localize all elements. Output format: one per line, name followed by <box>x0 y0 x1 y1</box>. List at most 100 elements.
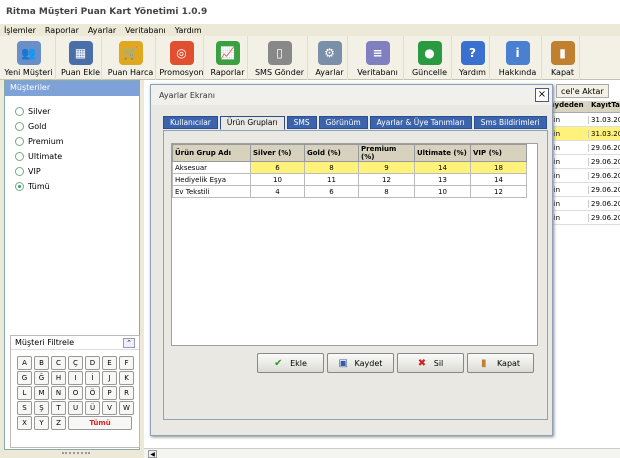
letter-key[interactable]: G <box>17 371 32 385</box>
table-cell[interactable]: 18 <box>470 161 527 174</box>
menu-veritabani[interactable]: Veritabanı <box>125 26 166 35</box>
letter-key[interactable]: Z <box>51 416 66 430</box>
letter-key[interactable]: W <box>119 401 134 415</box>
column-header[interactable]: Gold (%) <box>304 144 359 162</box>
radio-silver[interactable]: Silver <box>5 104 139 119</box>
letter-key[interactable]: C <box>51 356 66 370</box>
menu-raporlar[interactable]: Raporlar <box>45 26 79 35</box>
table-cell[interactable]: 8 <box>304 161 359 174</box>
menu-islemler[interactable]: İşlemler <box>4 26 36 35</box>
column-header[interactable]: KayıtTa <box>588 101 620 112</box>
radio-button-icon[interactable] <box>15 152 24 161</box>
toolbar-button-güncelle[interactable]: ● Güncelle <box>408 36 452 80</box>
toolbar-button-puan-ekle[interactable]: ▦ Puan Ekle <box>60 36 102 80</box>
letter-key[interactable]: V <box>102 401 117 415</box>
letter-key[interactable]: I <box>68 371 83 385</box>
table-cell[interactable]: 14 <box>414 161 471 174</box>
table-row[interactable]: sin 29.06.20 <box>548 141 620 155</box>
toolbar-button-promosyon[interactable]: ◎ Promosyon <box>159 36 204 80</box>
radio-ultimate[interactable]: Ultimate <box>5 149 139 164</box>
column-header[interactable]: Ürün Grup Adı <box>172 144 251 162</box>
letter-key[interactable]: Ü <box>85 401 100 415</box>
horizontal-scrollbar[interactable]: ◀ <box>144 448 620 458</box>
table-cell[interactable]: 8 <box>358 185 415 198</box>
product-group-table[interactable]: Ürün Grup Adı Silver (%) Gold (%) Premium (… <box>171 143 538 346</box>
letter-key[interactable]: Ş <box>34 401 49 415</box>
table-row[interactable]: sin 29.06.20 <box>548 155 620 169</box>
table-cell[interactable]: 10 <box>414 185 471 198</box>
letter-key[interactable]: S <box>17 401 32 415</box>
all-filter-button[interactable]: Tümü <box>68 416 132 430</box>
kaydet-button[interactable]: ▣ Kaydet <box>327 353 394 373</box>
table-row[interactable]: sin 31.03.20 <box>548 113 620 127</box>
radio-gold[interactable]: Gold <box>5 119 139 134</box>
letter-key[interactable]: İ <box>85 371 100 385</box>
tab-sms[interactable]: SMS <box>286 116 317 129</box>
letter-key[interactable]: U <box>68 401 83 415</box>
table-cell[interactable]: 6 <box>304 185 359 198</box>
column-header[interactable]: aydeden <box>548 101 588 112</box>
close-icon[interactable]: × <box>535 88 549 102</box>
table-row[interactable]: sin 29.06.20 <box>548 169 620 183</box>
table-cell[interactable]: 13 <box>414 173 471 186</box>
letter-key[interactable]: K <box>119 371 134 385</box>
column-header[interactable]: Silver (%) <box>250 144 305 162</box>
radio-tümü[interactable]: Tümü <box>5 179 139 194</box>
letter-key[interactable]: F <box>119 356 134 370</box>
letter-key[interactable]: Ç <box>68 356 83 370</box>
toolbar-button-yeni-müşteri[interactable]: 👥 Yeni Müşteri <box>2 36 56 80</box>
collapse-icon[interactable]: ⌃ <box>123 337 135 348</box>
tab-ürün-grupları[interactable]: Ürün Grupları <box>219 116 285 130</box>
toolbar-button-veritabanı[interactable]: ≡ Veritabanı <box>352 36 404 80</box>
toolbar-button-kapat[interactable]: ▮ Kapat <box>546 36 580 80</box>
letter-key[interactable]: Ö <box>85 386 100 400</box>
toolbar-button-yardım[interactable]: ? Yardım <box>456 36 490 80</box>
kapat-button[interactable]: ▮ Kapat <box>467 353 534 373</box>
table-cell[interactable]: 11 <box>304 173 359 186</box>
scroll-left-icon[interactable]: ◀ <box>148 450 157 458</box>
column-header[interactable]: VIP (%) <box>470 144 527 162</box>
letter-key[interactable]: D <box>85 356 100 370</box>
splitter-handle[interactable] <box>62 452 90 456</box>
radio-premium[interactable]: Premium <box>5 134 139 149</box>
tab-sms-bildirimleri[interactable]: Sms Bildirimleri <box>473 116 547 129</box>
letter-key[interactable]: Y <box>34 416 49 430</box>
sil-button[interactable]: ✖ Sil <box>397 353 464 373</box>
table-cell[interactable]: 6 <box>250 161 305 174</box>
table-cell[interactable]: 14 <box>470 173 527 186</box>
table-row[interactable]: Aksesuar 6 8 9 14 18 <box>172 161 527 174</box>
letter-key[interactable]: B <box>34 356 49 370</box>
column-header[interactable]: Ultimate (%) <box>414 144 471 162</box>
toolbar-button-hakkında[interactable]: i Hakkında <box>494 36 542 80</box>
table-row[interactable]: Hediyelik Eşya 10 11 12 13 14 <box>172 173 527 186</box>
letter-key[interactable]: M <box>34 386 49 400</box>
radio-button-icon[interactable] <box>15 107 24 116</box>
toolbar-button-ayarlar[interactable]: ⚙ Ayarlar <box>312 36 348 80</box>
letter-key[interactable]: E <box>102 356 117 370</box>
export-excel-button[interactable]: cel'e Aktar <box>556 84 609 98</box>
letter-key[interactable]: L <box>17 386 32 400</box>
table-row[interactable]: Ev Tekstili 4 6 8 10 12 <box>172 185 527 198</box>
column-header[interactable]: Premium (%) <box>358 144 415 162</box>
toolbar-button-raporlar[interactable]: 📈 Raporlar <box>208 36 248 80</box>
table-cell[interactable]: Hediyelik Eşya <box>172 173 251 186</box>
tab-kullanıcılar[interactable]: Kullanıcılar <box>163 116 218 129</box>
radio-button-icon[interactable] <box>15 137 24 146</box>
table-row[interactable]: sin 31.03.20 <box>548 127 620 141</box>
radio-button-icon[interactable] <box>15 122 24 131</box>
table-cell[interactable]: Aksesuar <box>172 161 251 174</box>
ekle-button[interactable]: ✔ Ekle <box>257 353 324 373</box>
toolbar-button-puan-harca[interactable]: 🛒 Puan Harca <box>106 36 156 80</box>
letter-key[interactable]: Ğ <box>34 371 49 385</box>
table-row[interactable]: sin 29.06.20 <box>548 211 620 225</box>
table-cell[interactable]: 12 <box>470 185 527 198</box>
letter-key[interactable]: A <box>17 356 32 370</box>
radio-button-icon[interactable] <box>15 182 24 191</box>
table-row[interactable]: sin 29.06.20 <box>548 183 620 197</box>
table-cell[interactable]: 12 <box>358 173 415 186</box>
letter-key[interactable]: N <box>51 386 66 400</box>
radio-button-icon[interactable] <box>15 167 24 176</box>
table-row[interactable]: sin 29.06.20 <box>548 197 620 211</box>
letter-key[interactable]: P <box>102 386 117 400</box>
tab-ayarlar-üye-tanımları[interactable]: Ayarlar & Üye Tanımları <box>369 116 472 129</box>
